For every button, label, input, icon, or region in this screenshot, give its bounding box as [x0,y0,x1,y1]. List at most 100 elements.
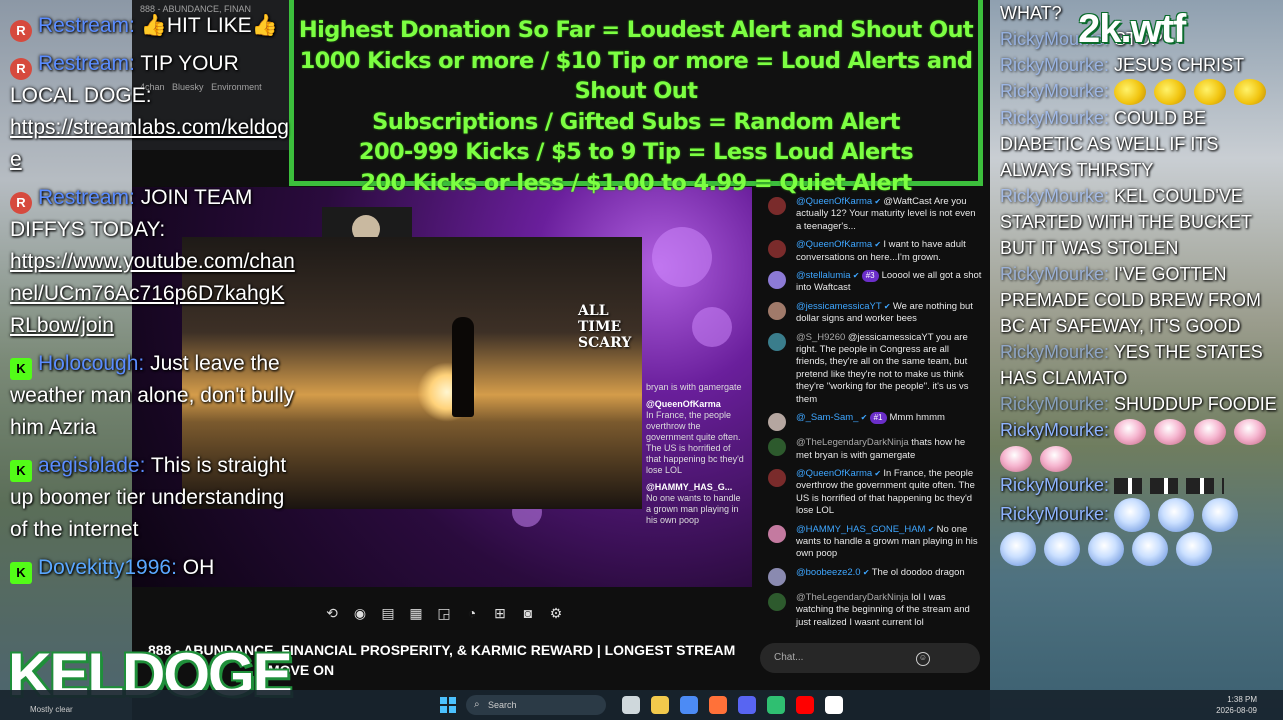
live-chat-username[interactable]: @_Sam-Sam_ [796,412,858,423]
live-chat-message[interactable]: @HAMMY_HAS_GONE_HAM ✔ No one wants to ha… [752,521,988,564]
blue-emote-icon [1176,531,1212,566]
live-chat-username[interactable]: @TheLegendaryDarkNinja [796,592,909,603]
screenshot-icon[interactable]: ◙ [518,603,538,623]
live-chat-list: @QueenOfKarma ✔ @WaftCast Are you actual… [752,187,988,632]
left-chat-link[interactable]: https://streamlabs.com/keldoge [10,116,289,171]
live-chat-username[interactable]: @QueenOfKarma [796,239,872,250]
weather-widget[interactable]: Mostly clear [30,705,73,714]
live-chat-message[interactable]: @QueenOfKarma ✔ I want to have adult con… [752,236,988,267]
live-chat-message[interactable]: @QueenOfKarma ✔ @WaftCast Are you actual… [752,193,988,236]
live-chat-body: @_Sam-Sam_ ✔ #1 Mmm hmmm [796,412,945,431]
avatar[interactable] [768,413,786,432]
avatar[interactable] [768,567,786,586]
pink-emote-icon [1114,418,1147,445]
right-chat-message: RickyMourke: [1000,472,1280,498]
pink-emote-icon [1194,418,1227,445]
live-chat-body: @S_H9260 @jessicamessicaYT you are right… [796,332,982,406]
live-chat-body: @QueenOfKarma ✔ In France, the people ov… [796,468,982,518]
live-chat-message[interactable]: @QueenOfKarma ✔ In France, the people ov… [752,465,988,521]
pink-emote-icon [1000,445,1032,472]
right-chat-message: RickyMourke: [1000,497,1280,566]
windows-start-icon[interactable] [440,697,456,713]
right-chat-text: SHUDDUP FOODIE [1114,394,1277,415]
kick-badge-icon: K [10,562,32,584]
search-icon: ⌕ [474,699,480,710]
clip-icon[interactable]: ▦ [406,603,426,623]
right-chat-username: RickyMourke: [1000,342,1110,363]
settings-icon[interactable]: ⚙ [546,603,566,623]
live-chat-message[interactable]: @boobeeze2.0 ✔ The ol doodoo dragon [752,564,988,589]
folder-icon[interactable] [651,696,669,714]
live-chat-username[interactable]: @TheLegendaryDarkNinja [796,437,909,448]
live-chat-body: @QueenOfKarma ✔ @WaftCast Are you actual… [796,196,982,233]
yellow-emote-icon [1154,79,1187,106]
mini-chat-text: In France, the people overthrow the gove… [646,410,744,475]
live-chat-message[interactable]: @S_H9260 @jessicamessicaYT you are right… [752,329,988,409]
restream-badge-icon: R [10,20,32,42]
avatar[interactable] [768,468,786,487]
live-chat-username[interactable]: @QueenOfKarma [796,468,872,479]
avatar[interactable] [768,438,786,457]
left-chat-message: R Restream: 👍HIT LIKE👍 [10,10,295,42]
avatar[interactable] [768,240,786,259]
live-chat-username[interactable]: @stellalumia [796,270,851,281]
live-chat-username[interactable]: @boobeeze2.0 [796,567,861,578]
avatar[interactable] [768,524,786,543]
left-chat-link[interactable]: https://www.youtube.com/channel/UCm76Ac7… [10,250,295,337]
firefox-icon[interactable] [709,696,727,714]
avatar[interactable] [768,271,786,290]
left-chat-username: Dovekitty1996: [38,556,177,579]
live-chat-message[interactable]: @jessicamessicaYT ✔ We are nothing but d… [752,298,988,329]
live-chat-body: @TheLegendaryDarkNinja thats how he met … [796,437,982,462]
live-chat-text: The ol doodoo dragon [871,566,965,578]
alert-line: Highest Donation So Far = Loudest Alert … [298,17,974,43]
verified-icon: ✔ [872,468,884,478]
alert-line: 200-999 Kicks / $5 to 9 Tip = Less Loud … [358,139,914,165]
restream-badge-icon: R [10,192,32,214]
live-chat-message[interactable]: @TheLegendaryDarkNinja thats how he met … [752,434,988,465]
live-chat-body: @TheLegendaryDarkNinja lol I was watchin… [796,592,982,629]
miniplayer-icon[interactable]: ◲ [434,603,454,623]
right-chat-username: RickyMourke: [1000,420,1110,441]
restream-icon[interactable] [825,696,843,714]
mini-chat-user: @QueenOfKarma [646,399,721,409]
left-chat-username: Holocough: [38,352,145,375]
live-chat-username[interactable]: @S_H9260 [796,332,845,343]
blue-emote-icon [1044,531,1080,566]
right-chat-text: WHAT? [1000,3,1062,23]
copilot-icon[interactable] [680,696,698,714]
right-chat-text: JESUS CHRIST [1114,55,1245,75]
alert-line: 200 Kicks or less / $1.00 to 4.99 = Quie… [360,169,912,196]
left-chat-overlay: R Restream: 👍HIT LIKE👍 R Restream: TIP YOUR… [10,10,295,590]
chat-input[interactable]: Chat... ☺ ♡ [760,643,980,673]
right-chat-message: RickyMourke: [1000,417,1280,472]
taskbar-search[interactable]: ⌕ Search [466,695,606,715]
live-chat-message[interactable]: @_Sam-Sam_ ✔ #1 Mmm hmmm [752,409,988,434]
video-overlay-text: ALL TIME SCARY [578,303,632,351]
youtube-icon[interactable] [796,696,814,714]
broadcast-icon[interactable]: ◉ [350,603,370,623]
speed-icon[interactable]: ◔ [462,603,482,623]
avatar[interactable] [768,197,786,215]
green-app-icon[interactable] [767,696,785,714]
left-chat-message: K Holocough: Just leave the weather man a… [10,348,295,444]
live-chat-username[interactable]: @HAMMY_HAS_GONE_HAM [796,524,925,535]
live-chat-username[interactable]: @jessicamessicaYT [796,301,882,312]
live-chat-message[interactable]: @stellalumia ✔ #3 Looool we all got a sho… [752,267,988,298]
discord-icon[interactable] [738,696,756,714]
left-chat-text: 👍HIT LIKE👍 [140,14,278,37]
left-chat-text: OH [182,556,215,579]
live-chat-message[interactable]: @TheLegendaryDarkNinja lol I was watchin… [752,589,988,632]
avatar[interactable] [768,301,786,320]
avatar[interactable] [768,332,786,351]
loop-icon[interactable]: ⟲ [322,603,342,623]
emoji-icon[interactable]: ☺ [916,652,930,666]
file-explorer-icon[interactable] [622,696,640,714]
right-chat-username: RickyMourke: [1000,503,1110,524]
taskbar-clock[interactable]: 1:38 PM 2026-08-09 [1216,694,1257,716]
blue-emote-icon [1000,531,1036,566]
add-icon[interactable]: ⊞ [490,603,510,623]
captions-icon[interactable]: ▤ [378,603,398,623]
avatar[interactable] [768,592,786,611]
brand-logo-2k: 2k.wtf [1078,7,1186,51]
